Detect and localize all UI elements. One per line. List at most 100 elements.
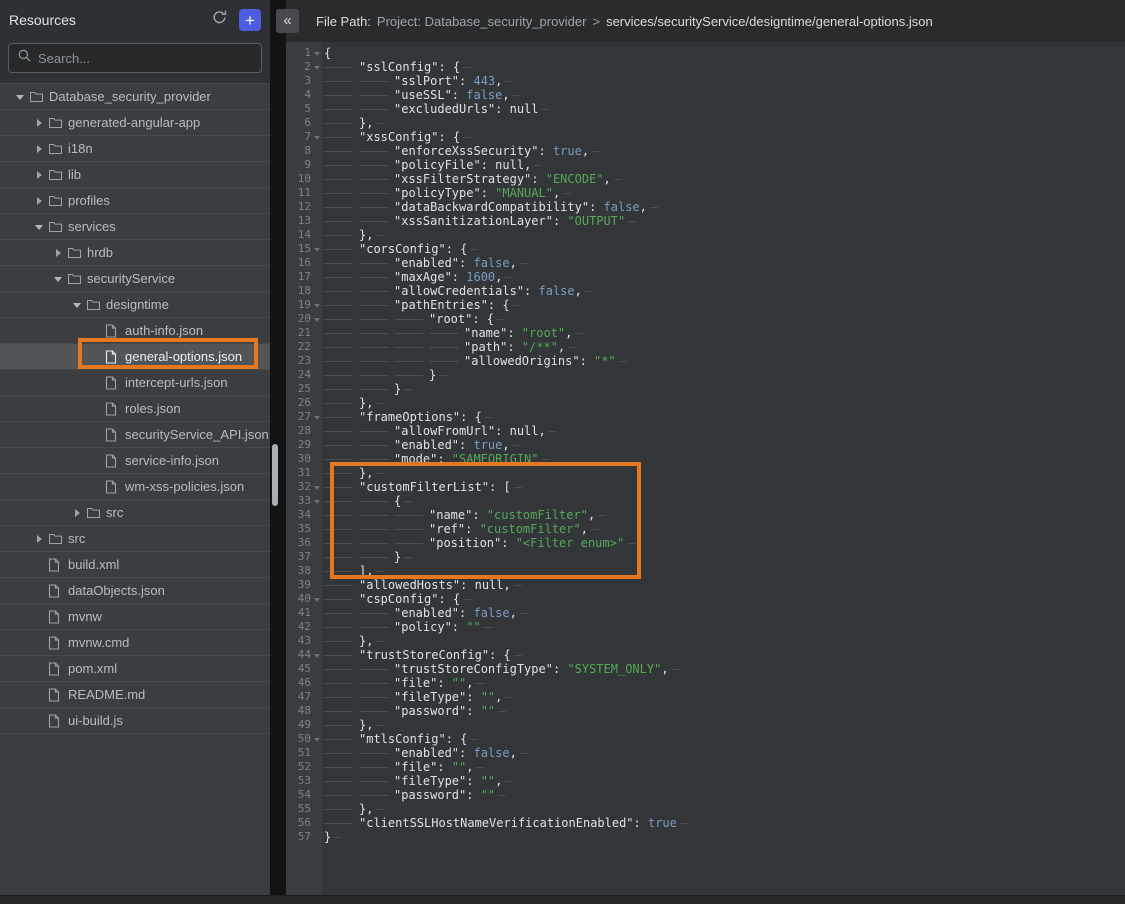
code-line-44[interactable]: 44"trustStoreConfig": { (286, 648, 1125, 662)
code-line-17[interactable]: 17"maxAge": 1600, (286, 270, 1125, 284)
code-line-26[interactable]: 26}, (286, 396, 1125, 410)
tree-file-mvnw.cmd[interactable]: mvnw.cmd (0, 630, 270, 656)
tree-file-securityService_API.json[interactable]: securityService_API.json (0, 422, 270, 448)
code-line-14[interactable]: 14}, (286, 228, 1125, 242)
tree-folder-generated-angular-app[interactable]: generated-angular-app (0, 110, 270, 136)
caret-down-icon[interactable] (67, 298, 86, 312)
code-line-25[interactable]: 25} (286, 382, 1125, 396)
fold-toggle[interactable] (311, 732, 322, 746)
code-line-43[interactable]: 43}, (286, 634, 1125, 648)
tree-folder-src[interactable]: src (0, 500, 270, 526)
code-line-3[interactable]: 3"sslPort": 443, (286, 74, 1125, 88)
tree-folder-src[interactable]: src (0, 526, 270, 552)
fold-toggle[interactable] (311, 494, 322, 508)
code-line-13[interactable]: 13"xssSanitizationLayer": "OUTPUT" (286, 214, 1125, 228)
tree-folder-securityService[interactable]: securityService (0, 266, 270, 292)
fold-caret-icon[interactable] (314, 304, 320, 311)
code-line-40[interactable]: 40"cspConfig": { (286, 592, 1125, 606)
code-line-15[interactable]: 15"corsConfig": { (286, 242, 1125, 256)
tree-file-roles.json[interactable]: roles.json (0, 396, 270, 422)
code-line-9[interactable]: 9"policyFile": null, (286, 158, 1125, 172)
fold-toggle[interactable] (311, 312, 322, 326)
tree-file-service-info.json[interactable]: service-info.json (0, 448, 270, 474)
fold-caret-icon[interactable] (314, 486, 320, 493)
tree-file-wm-xss-policies.json[interactable]: wm-xss-policies.json (0, 474, 270, 500)
code-line-10[interactable]: 10"xssFilterStrategy": "ENCODE", (286, 172, 1125, 186)
code-line-12[interactable]: 12"dataBackwardCompatibility": false, (286, 200, 1125, 214)
fold-caret-icon[interactable] (314, 654, 320, 661)
code-line-36[interactable]: 36"position": "<Filter enum>" (286, 536, 1125, 550)
tree-folder-profiles[interactable]: profiles (0, 188, 270, 214)
caret-right-icon[interactable] (48, 249, 67, 257)
tree-file-pom.xml[interactable]: pom.xml (0, 656, 270, 682)
code-line-34[interactable]: 34"name": "customFilter", (286, 508, 1125, 522)
fold-toggle[interactable] (311, 298, 322, 312)
code-line-52[interactable]: 52"file": "", (286, 760, 1125, 774)
code-line-41[interactable]: 41"enabled": false, (286, 606, 1125, 620)
fold-caret-icon[interactable] (314, 500, 320, 507)
fold-toggle[interactable] (311, 130, 322, 144)
tree-file-build.xml[interactable]: build.xml (0, 552, 270, 578)
tree-scrollbar-thumb[interactable] (272, 444, 278, 506)
caret-right-icon[interactable] (29, 145, 48, 153)
tree-file-intercept-urls.json[interactable]: intercept-urls.json (0, 370, 270, 396)
add-button[interactable]: + (239, 9, 261, 31)
code-line-47[interactable]: 47"fileType": "", (286, 690, 1125, 704)
refresh-button[interactable] (208, 9, 230, 31)
fold-toggle[interactable] (311, 242, 322, 256)
code-line-2[interactable]: 2"sslConfig": { (286, 60, 1125, 74)
caret-down-icon[interactable] (48, 272, 67, 286)
tree-file-mvnw[interactable]: mvnw (0, 604, 270, 630)
code-line-5[interactable]: 5"excludedUrls": null (286, 102, 1125, 116)
code-line-54[interactable]: 54"password": "" (286, 788, 1125, 802)
tree-file-auth-info.json[interactable]: auth-info.json (0, 318, 270, 344)
fold-caret-icon[interactable] (314, 248, 320, 255)
code-line-51[interactable]: 51"enabled": false, (286, 746, 1125, 760)
tree-folder-services[interactable]: services (0, 214, 270, 240)
caret-right-icon[interactable] (67, 509, 86, 517)
code-line-35[interactable]: 35"ref": "customFilter", (286, 522, 1125, 536)
code-line-48[interactable]: 48"password": "" (286, 704, 1125, 718)
code-line-24[interactable]: 24} (286, 368, 1125, 382)
caret-right-icon[interactable] (29, 197, 48, 205)
code-line-56[interactable]: 56"clientSSLHostNameVerificationEnabled"… (286, 816, 1125, 830)
fold-caret-icon[interactable] (314, 598, 320, 605)
code-line-11[interactable]: 11"policyType": "MANUAL", (286, 186, 1125, 200)
code-line-49[interactable]: 49}, (286, 718, 1125, 732)
tree-file-general-options.json[interactable]: general-options.json (0, 344, 270, 370)
fold-toggle[interactable] (311, 60, 322, 74)
code-line-16[interactable]: 16"enabled": false, (286, 256, 1125, 270)
fold-caret-icon[interactable] (314, 318, 320, 325)
code-line-19[interactable]: 19"pathEntries": { (286, 298, 1125, 312)
fold-toggle[interactable] (311, 410, 322, 424)
code-line-27[interactable]: 27"frameOptions": { (286, 410, 1125, 424)
code-line-8[interactable]: 8"enforceXssSecurity": true, (286, 144, 1125, 158)
code-line-46[interactable]: 46"file": "", (286, 676, 1125, 690)
search-box[interactable] (8, 43, 262, 73)
code-line-45[interactable]: 45"trustStoreConfigType": "SYSTEM_ONLY", (286, 662, 1125, 676)
tree-folder-hrdb[interactable]: hrdb (0, 240, 270, 266)
code-line-28[interactable]: 28"allowFromUrl": null, (286, 424, 1125, 438)
code-line-57[interactable]: 57} (286, 830, 1125, 844)
fold-caret-icon[interactable] (314, 52, 320, 59)
tree-file-dataObjects.json[interactable]: dataObjects.json (0, 578, 270, 604)
code-line-30[interactable]: 30"mode": "SAMEORIGIN" (286, 452, 1125, 466)
code-editor[interactable]: 1{2"sslConfig": {3"sslPort": 443,4"useSS… (286, 42, 1125, 896)
code-line-21[interactable]: 21"name": "root", (286, 326, 1125, 340)
fold-toggle[interactable] (311, 46, 322, 60)
code-line-32[interactable]: 32"customFilterList": [ (286, 480, 1125, 494)
caret-right-icon[interactable] (29, 119, 48, 127)
tree-folder-i18n[interactable]: i18n (0, 136, 270, 162)
code-line-31[interactable]: 31}, (286, 466, 1125, 480)
tree-file-README.md[interactable]: README.md (0, 682, 270, 708)
code-line-20[interactable]: 20"root": { (286, 312, 1125, 326)
code-line-7[interactable]: 7"xssConfig": { (286, 130, 1125, 144)
caret-right-icon[interactable] (29, 171, 48, 179)
code-line-22[interactable]: 22"path": "/**", (286, 340, 1125, 354)
code-line-6[interactable]: 6}, (286, 116, 1125, 130)
code-line-37[interactable]: 37} (286, 550, 1125, 564)
fold-caret-icon[interactable] (314, 136, 320, 143)
search-input[interactable] (38, 51, 252, 66)
fold-toggle[interactable] (311, 592, 322, 606)
code-line-38[interactable]: 38], (286, 564, 1125, 578)
